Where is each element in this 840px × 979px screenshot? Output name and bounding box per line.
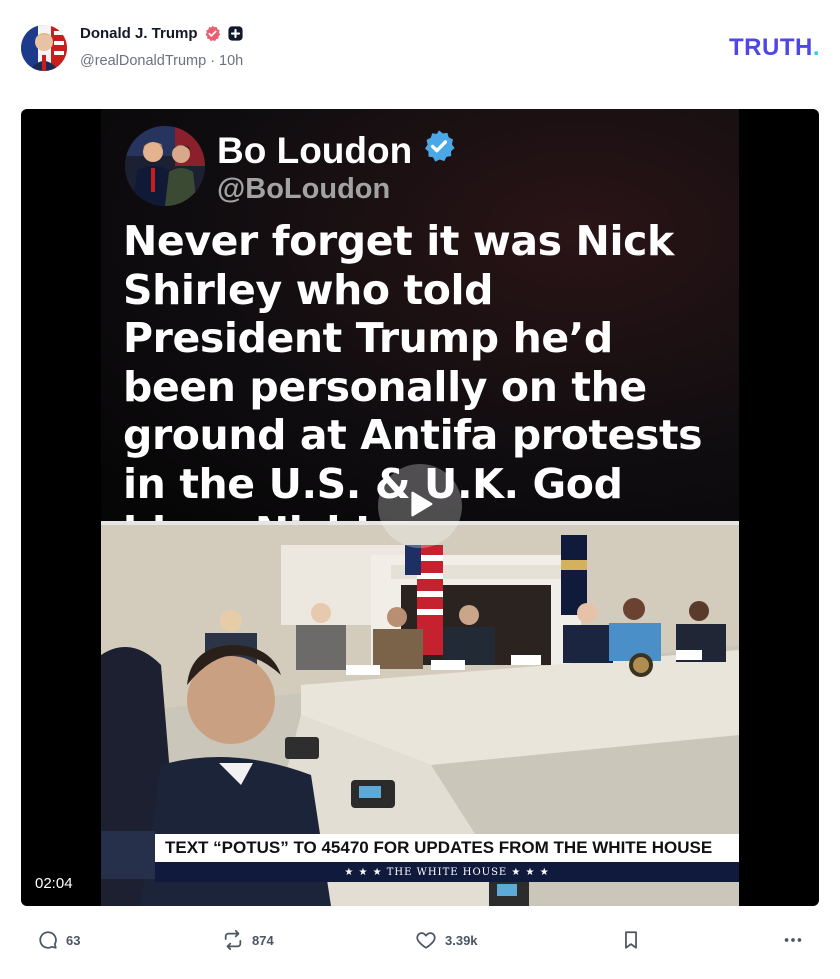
tweet-author-avatar (125, 126, 205, 206)
bookmark-button[interactable] (620, 929, 642, 951)
truth-social-logo[interactable]: TRUTH. (729, 34, 820, 62)
reply-button[interactable]: 63 (37, 929, 80, 951)
heart-icon (414, 929, 438, 951)
video-duration: 02:04 (35, 875, 73, 892)
like-count: 3.39k (445, 932, 478, 948)
logo-dot: . (812, 34, 820, 61)
author-handle[interactable]: @realDonaldTrump (80, 53, 206, 69)
retruth-button[interactable]: 874 (221, 929, 274, 951)
post-timestamp[interactable]: 10h (219, 53, 243, 69)
play-button[interactable] (378, 464, 462, 548)
reply-icon (37, 929, 59, 951)
retruth-icon (221, 929, 245, 951)
tweet-author-name-row: Bo Loudon (217, 129, 456, 172)
chyron-sub: ★ ★ ★ THE WHITE HOUSE ★ ★ ★ (155, 862, 739, 882)
play-icon (402, 486, 438, 527)
like-button[interactable]: 3.39k (414, 929, 478, 951)
author-meta: @realDonaldTrump · 10h (80, 53, 243, 69)
author-name-row: Donald J. Trump (80, 25, 244, 42)
more-options-button[interactable] (781, 929, 805, 951)
meta-separator: · (210, 53, 216, 69)
retruth-count: 874 (252, 932, 274, 948)
video-player[interactable]: Bo Loudon @BoLoudon Never forget it was … (21, 109, 819, 906)
tweet-verified-icon (422, 129, 456, 172)
embedded-tweet-card: Bo Loudon @BoLoudon Never forget it was … (101, 109, 739, 556)
more-icon (781, 929, 805, 951)
author-display-name[interactable]: Donald J. Trump (80, 25, 198, 42)
reply-count: 63 (66, 932, 81, 948)
author-avatar[interactable] (21, 25, 67, 71)
logo-text: TRUTH (729, 34, 813, 61)
tweet-author-handle: @BoLoudon (217, 173, 391, 205)
post-actions-bar: 63 874 3.39k (0, 925, 840, 959)
bookmark-icon (620, 929, 642, 951)
plus-badge-icon (227, 25, 244, 42)
tweet-author-name: Bo Loudon (217, 129, 413, 171)
verified-badge-icon (204, 25, 221, 42)
chyron-headline: TEXT “POTUS” TO 45470 FOR UPDATES FROM T… (155, 834, 739, 862)
